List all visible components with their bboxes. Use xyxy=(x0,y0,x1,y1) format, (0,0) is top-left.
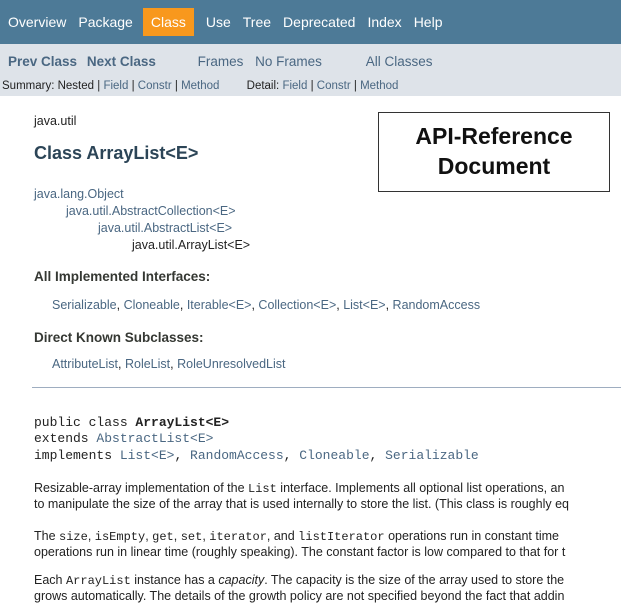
annotation-line-2: Document xyxy=(437,153,551,179)
top-nav-bar: Overview Package Class Use Tree Deprecat… xyxy=(0,0,621,44)
summary-constr-link[interactable]: Constr xyxy=(138,80,172,92)
separator: | xyxy=(131,80,135,92)
nav-index[interactable]: Index xyxy=(367,14,401,30)
subclass-rolelist-link[interactable]: RoleList xyxy=(125,357,170,371)
signature-cloneable-link[interactable]: Cloneable xyxy=(299,448,369,463)
signature-list-link[interactable]: List<E> xyxy=(120,448,175,463)
code-set: set xyxy=(180,530,203,544)
summary-field-link[interactable]: Field xyxy=(103,80,128,92)
interface-serializable-link[interactable]: Serializable xyxy=(52,298,117,312)
interface-iterable-link[interactable]: Iterable<E> xyxy=(187,298,252,312)
section-divider xyxy=(32,387,621,388)
code-arraylist: ArrayList xyxy=(65,574,131,588)
prev-class-link[interactable]: Prev Class xyxy=(8,54,77,69)
description-paragraph-2: The size, isEmpty, get, set, iterator, a… xyxy=(34,529,621,560)
inheritance-abstractlist-link[interactable]: java.util.AbstractList<E> xyxy=(98,221,232,235)
all-classes-link[interactable]: All Classes xyxy=(366,54,433,69)
separator: | xyxy=(97,80,101,92)
separator: | xyxy=(353,80,357,92)
next-class-link[interactable]: Next Class xyxy=(87,54,156,69)
sub-nav-bar: Prev Class Next Class Frames No Frames A… xyxy=(0,44,621,96)
detail-field-link[interactable]: Field xyxy=(282,80,307,92)
capacity-emphasis: capacity xyxy=(218,573,265,587)
code-iterator: iterator xyxy=(209,530,267,544)
interfaces-list: Serializable, Cloneable, Iterable<E>, Co… xyxy=(52,298,481,312)
code-isempty: isEmpty xyxy=(94,530,146,544)
subclasses-list: AttributeList, RoleList, RoleUnresolvedL… xyxy=(52,357,286,371)
subclass-roleunresolvedlist-link[interactable]: RoleUnresolvedList xyxy=(177,357,285,371)
nav-use[interactable]: Use xyxy=(206,14,231,30)
description-paragraph-1: Resizable-array implementation of the Li… xyxy=(34,481,621,512)
interface-cloneable-link[interactable]: Cloneable xyxy=(124,298,180,312)
text: grows automatically. The details of the … xyxy=(34,589,565,603)
signature-line-1: public class ArrayList<E> xyxy=(34,415,229,430)
signature-line-3: implements List<E>, RandomAccess, Clonea… xyxy=(34,448,479,463)
signature-serializable-link[interactable]: Serializable xyxy=(385,448,479,463)
text: Resizable-array implementation of the xyxy=(34,481,248,495)
nav-deprecated[interactable]: Deprecated xyxy=(283,14,355,30)
no-frames-link[interactable]: No Frames xyxy=(255,54,322,69)
package-name: java.util xyxy=(34,114,77,128)
summary-detail-row: Summary: Nested | Field | Constr | Metho… xyxy=(2,80,398,92)
interface-randomaccess-link[interactable]: RandomAccess xyxy=(393,298,481,312)
signature-keyword: public class xyxy=(34,415,136,430)
text: interface. Implements all optional list … xyxy=(276,481,565,495)
sub-nav-row: Prev Class Next Class Frames No Frames A… xyxy=(8,54,432,69)
inheritance-abstractcollection-link[interactable]: java.util.AbstractCollection<E> xyxy=(66,204,236,218)
page-title: Class ArrayList<E> xyxy=(34,143,199,163)
subclasses-heading: Direct Known Subclasses: xyxy=(34,330,204,345)
description-paragraph-3: Each ArrayList instance has a capacity. … xyxy=(34,573,621,604)
nav-package[interactable]: Package xyxy=(78,14,132,30)
summary-method-link[interactable]: Method xyxy=(181,80,219,92)
text: The xyxy=(34,529,60,543)
text: operations run in constant time xyxy=(384,529,559,543)
interface-collection-link[interactable]: Collection<E> xyxy=(258,298,336,312)
interface-list-link[interactable]: List<E> xyxy=(343,298,385,312)
summary-label: Summary: xyxy=(2,80,55,92)
signature-abstractlist-link[interactable]: AbstractList<E> xyxy=(96,431,213,446)
detail-label: Detail: xyxy=(246,80,280,92)
nav-class[interactable]: Class xyxy=(142,8,194,36)
inheritance-arraylist: java.util.ArrayList<E> xyxy=(132,238,251,252)
nav-help[interactable]: Help xyxy=(414,14,443,30)
signature-class-name: ArrayList<E> xyxy=(135,415,230,430)
detail-method-link[interactable]: Method xyxy=(360,80,398,92)
code-listiterator: listIterator xyxy=(298,530,385,544)
text: operations run in linear time (roughly s… xyxy=(34,545,566,559)
signature-randomaccess-link[interactable]: RandomAccess xyxy=(190,448,284,463)
text: Each xyxy=(34,573,66,587)
subclass-attributelist-link[interactable]: AttributeList xyxy=(52,357,118,371)
interfaces-heading: All Implemented Interfaces: xyxy=(34,269,211,284)
nav-tree[interactable]: Tree xyxy=(243,14,271,30)
annotation-box: API-Reference Document xyxy=(378,112,610,192)
separator: | xyxy=(174,80,178,92)
signature-implements: implements xyxy=(34,448,120,463)
signature-line-2: extends AbstractList<E> xyxy=(34,431,213,446)
text: instance has a xyxy=(130,573,219,587)
annotation-line-1: API-Reference xyxy=(415,123,573,150)
text: to manipulate the size of the array that… xyxy=(34,497,569,511)
detail-constr-link[interactable]: Constr xyxy=(317,80,351,92)
signature-extends: extends xyxy=(34,431,97,446)
code-size: size xyxy=(59,530,88,544)
code-get: get xyxy=(152,530,174,544)
code-list: List xyxy=(248,482,277,496)
summary-nested: Nested xyxy=(57,80,95,92)
inheritance-object-link[interactable]: java.lang.Object xyxy=(34,187,124,201)
text: . The capacity is the size of the array … xyxy=(264,573,565,587)
frames-link[interactable]: Frames xyxy=(198,54,244,69)
nav-overview[interactable]: Overview xyxy=(8,14,66,30)
separator: | xyxy=(310,80,314,92)
